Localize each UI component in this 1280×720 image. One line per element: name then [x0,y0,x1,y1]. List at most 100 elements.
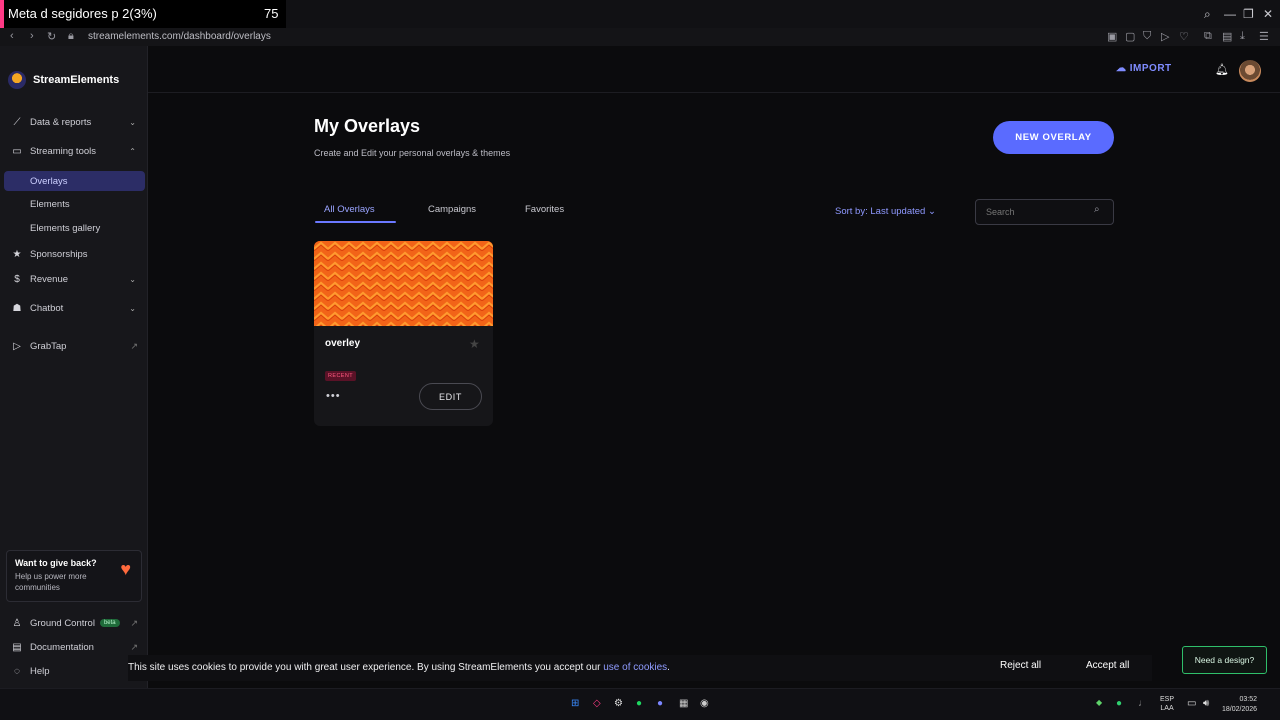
discord-icon[interactable]: ● [657,698,663,709]
dollar-icon: $ [14,273,20,285]
download-icon[interactable]: ⤓ [1240,30,1245,43]
obs-icon[interactable]: ◉ [700,698,709,709]
sidebar-item-overlays[interactable]: Overlays [4,171,145,191]
sidebar-item-elements[interactable]: Elements [4,194,145,214]
clock[interactable]: 03:52 18/02/2026 [1222,695,1257,715]
sidebar-item-chatbot[interactable]: ☗ Chatbot ⌄ [0,298,148,318]
import-button[interactable]: ☁ IMPORT [1116,63,1172,74]
stream-goal-count: 75 [264,6,279,21]
volume-icon[interactable]: 🔊︎ [1203,698,1209,709]
sidebar-item-ground-control[interactable]: ♙ Ground Control beta ↗ [0,613,148,633]
document-icon: ▤ [12,641,22,653]
cookie-message: This site uses cookies to provide you wi… [128,662,670,673]
tab-favorites[interactable]: Favorites [525,204,564,215]
tray-status-icon[interactable]: ● [1116,698,1122,709]
browser-icon[interactable]: ◇ [593,698,601,709]
sidebar-item-label: Ground Control [30,617,95,629]
extension-icon[interactable]: ▣ [1107,30,1117,43]
spotify-icon[interactable]: ● [636,698,642,709]
play-icon[interactable]: ▷ [1161,30,1169,43]
overlay-card[interactable]: overley ★ RECENT ••• EDIT [314,241,493,426]
accept-all-button[interactable]: Accept all [1086,660,1129,671]
sidebar: StreamElements ⟋ Data & reports ⌄ ▭ Stre… [0,46,148,688]
reject-all-button[interactable]: Reject all [1000,660,1041,671]
sidebar-item-label: Chatbot [30,302,64,314]
tab-campaigns[interactable]: Campaigns [428,204,476,215]
screenshot-icon[interactable]: ▢ [1125,30,1135,43]
heart-icon: ♥ [120,559,131,579]
cookie-text-end: . [667,662,670,673]
cookie-policy-link[interactable]: use of cookies [603,662,667,673]
microphone-icon[interactable]: ♩ [1138,698,1148,709]
sidebar-item-data-reports[interactable]: ⟋ Data & reports ⌄ [0,112,148,132]
sidebar-item-label: Help [30,665,50,677]
restore-icon[interactable]: ❐ [1243,7,1254,21]
wallet-icon[interactable]: ▤ [1222,30,1232,43]
calculator-icon[interactable]: ▦ [679,698,688,709]
tray-app-icon[interactable]: ◆ [1096,698,1102,707]
sidebar-item-streaming-tools[interactable]: ▭ Streaming tools ⌃ [0,141,148,161]
sort-dropdown[interactable]: Sort by: Last updated ⌄ [835,206,936,217]
forward-icon[interactable]: › [30,30,34,42]
browser-address-bar: ‹ › ↻ 🔒︎ streamelements.com/dashboard/ov… [0,28,1280,46]
sidebar-item-sponsorships[interactable]: ★ Sponsorships [0,244,148,264]
bell-icon[interactable]: 🔔︎ [1215,63,1229,76]
window-titlebar: Meta d segidores p 2(3%) 75 ⌕ — ❐ ✕ [0,0,1280,28]
close-icon[interactable]: ✕ [1263,7,1273,21]
clock-date: 18/02/2026 [1222,706,1258,713]
back-icon[interactable]: ‹ [10,30,14,42]
brand[interactable]: StreamElements [8,70,119,90]
favorite-star-icon[interactable]: ★ [469,337,480,351]
cloud-upload-icon: ☁ [1116,63,1130,74]
pink-marker [0,0,4,28]
stream-goal-text: Meta d segidores p 2(3%) [8,6,157,21]
give-back-card[interactable]: Want to give back? Help us power more co… [6,550,142,602]
sidebar-item-label: Overlays [30,175,68,187]
sidebar-item-grabtap[interactable]: ▷ GrabTap ↗ [0,336,148,356]
chevron-down-icon: ⌄ [129,117,136,127]
main-content: ☁ IMPORT 🔔︎ My Overlays Create and Edit … [148,46,1280,702]
shield-icon[interactable]: ⛉ [1143,30,1151,43]
search-icon[interactable]: ⌕ [1204,7,1211,22]
sidebar-item-elements-gallery[interactable]: Elements gallery [4,218,145,238]
sidebar-item-revenue[interactable]: $ Revenue ⌄ [0,269,148,289]
language-indicator[interactable]: ESP LAA [1160,695,1174,713]
chart-icon: ⟋ [13,116,21,128]
overlay-name[interactable]: overley [325,338,360,349]
heart-icon[interactable]: ♡ [1179,30,1189,43]
url-field[interactable]: streamelements.com/dashboard/overlays [88,31,271,42]
language-code: ESP [1160,696,1175,703]
more-options-icon[interactable]: ••• [326,390,341,402]
sidebar-item-label: Documentation [30,641,94,653]
reload-icon[interactable]: ↻ [47,30,56,43]
recent-badge: RECENT [325,371,357,381]
network-icon[interactable]: ▭ [1187,698,1196,709]
menu-icon[interactable]: ☰ [1259,30,1269,43]
edit-button[interactable]: EDIT [419,383,482,410]
avatar[interactable] [1239,60,1261,82]
chevron-down-icon: ⌄ [129,274,136,284]
steam-icon[interactable]: ⚙ [614,698,623,709]
give-back-text: Help us power more communities [15,572,87,592]
new-overlay-button[interactable]: NEW OVERLAY [993,121,1114,154]
help-icon: ◌ [14,665,20,677]
need-design-button[interactable]: Need a design? [1182,646,1267,674]
active-tab-indicator [315,221,396,223]
sidebar-item-label: Streaming tools [30,145,97,157]
puzzle-icon[interactable]: ⧉ [1204,30,1212,43]
keyboard-layout: LAA [1160,705,1174,712]
sidebar-item-documentation[interactable]: ▤ Documentation ↗ [0,637,148,657]
search-icon[interactable]: ⌕ [1094,204,1100,215]
sidebar-item-help[interactable]: ◌ Help [0,661,148,681]
page-subtitle: Create and Edit your personal overlays &… [314,148,511,158]
cookie-banner: This site uses cookies to provide you wi… [128,655,1152,681]
sort-label: Sort by: Last updated [835,206,926,217]
monitor-icon: ▭ [12,145,22,157]
overlay-thumbnail[interactable] [314,241,493,326]
chevron-down-icon: ⌄ [927,206,936,217]
grabtap-icon: ▷ [13,340,21,352]
windows-start-icon[interactable]: ⊞ [571,698,579,709]
sidebar-item-label: Data & reports [30,116,92,128]
tab-all-overlays[interactable]: All Overlays [324,204,375,215]
minimize-icon[interactable]: — [1224,7,1236,21]
